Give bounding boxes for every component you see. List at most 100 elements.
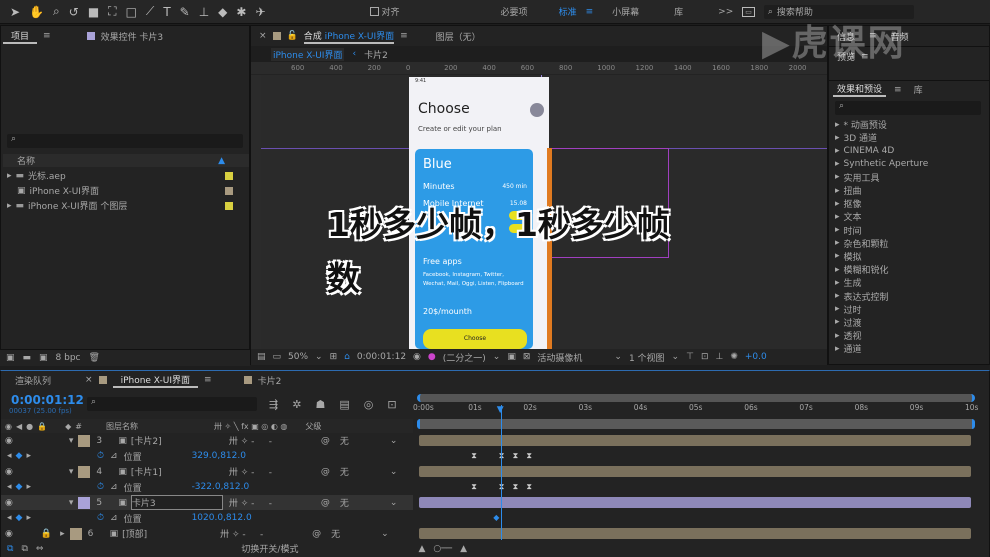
property-value[interactable]: -322.0,812.0 (192, 482, 250, 492)
close-icon[interactable]: × (259, 31, 267, 41)
pan-behind-tool-icon[interactable]: ⛶ (108, 4, 116, 19)
close-icon[interactable]: × (85, 375, 93, 385)
flowchart-icon[interactable]: ⊥ (715, 352, 723, 362)
effect-category[interactable]: ▸ CINEMA 4D (829, 144, 989, 157)
breadcrumb-item[interactable]: 卡片2 (364, 48, 388, 61)
breadcrumb-item[interactable]: iPhone X-UI界面 (271, 47, 345, 61)
add-keyframe-icon[interactable]: ◆ (16, 451, 23, 461)
layer-switches[interactable]: 卅 ✧ - - (220, 527, 312, 540)
layer-row[interactable]: ◉ ▾ 5 ▣ 卡片3 卅 ✧ - - @ 无 ⌄ (1, 495, 413, 510)
layer-name-header[interactable]: 图层名称 (106, 421, 138, 432)
resolution-dropdown[interactable]: (二分之一) (443, 351, 486, 364)
tab-layer[interactable]: 图层（无） (436, 30, 481, 43)
effect-category[interactable]: ▸ 过渡 (829, 316, 989, 329)
visibility-icon[interactable]: ◉ (5, 529, 13, 539)
effect-category[interactable]: ▸ 3D 通道 (829, 131, 989, 145)
label-icon[interactable]: ◆ (65, 422, 71, 431)
tab-effects-presets[interactable]: 效果和预设 (833, 82, 887, 97)
layer-switches[interactable]: 卅 ✧ - - (229, 434, 321, 447)
expand-icon[interactable]: ▾ (69, 467, 74, 477)
visibility-icon[interactable]: ◉ (5, 498, 13, 508)
effect-category[interactable]: ▸ * 动画预设 (829, 118, 989, 132)
effect-category[interactable]: ▸ Synthetic Aperture (829, 158, 989, 171)
in-out-icon[interactable]: ⇔ (36, 544, 44, 554)
effect-category[interactable]: ▸ 杂色和颗粒 (829, 237, 989, 250)
selection-tool-icon[interactable]: ➤ (10, 5, 20, 19)
layer-duration-bar[interactable] (419, 497, 971, 508)
effect-category[interactable]: ▸ 通道 (829, 342, 989, 356)
property-row[interactable]: ◂ ◆ ▸ ⏱ ⊿ 位置 -322.0,812.0 (1, 480, 413, 495)
rectangle-tool-icon[interactable]: □ (126, 5, 137, 19)
workspace-standard[interactable]: 标准 (559, 5, 577, 18)
property-row[interactable]: ◂ ◆ ▸ ⏱ ⊿ 位置 1020.0,812.0 (1, 511, 413, 526)
keyframe[interactable]: ⧗ (513, 451, 519, 461)
lock-icon[interactable]: 🔒 (37, 422, 47, 431)
lock-icon[interactable]: 🔒 (41, 529, 52, 539)
exposure-value[interactable]: +0.0 (745, 352, 767, 362)
more-workspaces-button[interactable]: >> (718, 7, 733, 17)
property-row[interactable]: ◂ ◆ ▸ ⏱ ⊿ 位置 329.0,812.0 (1, 449, 413, 464)
label-color[interactable] (78, 496, 91, 509)
snap-checkbox[interactable]: 对齐 (369, 5, 400, 18)
effect-category[interactable]: ▸ 模拟 (829, 250, 989, 263)
reset-exposure-icon[interactable]: ✺ (730, 352, 738, 362)
label-color[interactable] (78, 434, 91, 447)
interpret-footage-icon[interactable]: ▣ (6, 353, 15, 363)
time-ruler[interactable]: 0:00s 01s 02s 03s 04s 05s 06s 07s 08s 09s 10s (1, 403, 990, 417)
keyframe[interactable]: ⧗ (471, 451, 477, 461)
fast-preview-icon[interactable]: ⊤ (686, 352, 694, 362)
tab-effects-controls[interactable]: 效果控件 卡片3 (101, 30, 164, 43)
brush-tool-icon[interactable]: ✎ (180, 5, 190, 19)
hand-tool-icon[interactable]: ✋ (29, 5, 44, 19)
pickwhip-icon[interactable]: @ (321, 436, 330, 446)
next-keyframe-icon[interactable]: ▸ (26, 513, 31, 523)
effect-category[interactable]: ▸ 抠像 (829, 197, 989, 211)
effect-category[interactable]: ▸ 实用工具 (829, 171, 989, 184)
layer-name[interactable]: 卡片3 (130, 495, 223, 510)
tab-composition[interactable]: 合成 iPhone X-UI界面 (303, 29, 395, 44)
work-area-navigator[interactable] (417, 394, 975, 402)
layer-name[interactable]: [卡片2] (131, 434, 223, 447)
camera-dropdown[interactable]: 活动摄像机 (537, 351, 607, 364)
transfer-controls-icon[interactable]: ⧉ (21, 544, 27, 554)
layer-switches-icon[interactable]: ⧉ (7, 544, 13, 554)
zoom-dropdown[interactable]: 50% (288, 352, 308, 362)
layer-duration-bar[interactable] (419, 466, 971, 477)
layer-switches[interactable]: 卅 ✧ - - (229, 496, 321, 509)
audio-icon[interactable]: ◀ (16, 422, 22, 431)
tab-card2[interactable]: 卡片2 (258, 374, 282, 387)
effect-category[interactable]: ▸ 表达式控制 (829, 289, 989, 303)
parent-dropdown[interactable]: 无 (331, 527, 381, 540)
effect-category[interactable]: ▸ 扭曲 (829, 184, 989, 198)
zoom-tool-icon[interactable]: ⌕ (53, 4, 60, 19)
layer-row[interactable]: ◉ 🔒 ▸ 6 ▣ [顶部] 卅 ✧ - - @ 无 ⌄ (1, 526, 413, 541)
stopwatch-icon[interactable]: ⏱ (97, 513, 104, 523)
zoom-out-icon[interactable]: ▲ (418, 544, 425, 554)
add-keyframe-icon[interactable]: ◆ (16, 513, 23, 523)
roto-brush-tool-icon[interactable]: ✱ (236, 5, 246, 19)
tab-render-queue[interactable]: 渲染队列 (15, 374, 51, 387)
parent-header[interactable]: 父级 (305, 421, 321, 432)
region-icon[interactable]: ▣ (507, 352, 516, 362)
bpc-button[interactable]: 8 bpc (56, 353, 81, 363)
expand-icon[interactable]: ▸ (60, 529, 65, 539)
mask-icon[interactable]: ⌂ (344, 352, 350, 362)
new-folder-icon[interactable]: ▬ (23, 353, 32, 363)
effect-category[interactable]: ▸ 透视 (829, 329, 989, 343)
color-channels-icon[interactable]: ● (428, 352, 436, 362)
current-time[interactable]: 0:00:01:12 (357, 352, 406, 362)
solo-icon[interactable]: ● (26, 422, 33, 431)
workspace-small-screen[interactable]: 小屏幕 (612, 5, 639, 18)
property-value[interactable]: 329.0,812.0 (192, 451, 246, 461)
label-color[interactable] (78, 465, 91, 478)
pickwhip-icon[interactable]: @ (312, 529, 321, 539)
workspace-library[interactable]: 库 (674, 5, 683, 18)
effects-search-input[interactable]: ⌕ (835, 101, 981, 115)
effect-category[interactable]: ▸ 过时 (829, 303, 989, 316)
keyframe[interactable]: ⧗ (513, 482, 519, 492)
keyframe[interactable]: ◆ (493, 513, 499, 522)
stopwatch-icon[interactable]: ⏱ (97, 451, 104, 461)
toggle-switches-modes-button[interactable]: 切换开关/模式 (241, 542, 298, 555)
graph-icon[interactable]: ⊿ (110, 482, 118, 492)
trash-icon[interactable]: 🗑 (89, 353, 100, 363)
